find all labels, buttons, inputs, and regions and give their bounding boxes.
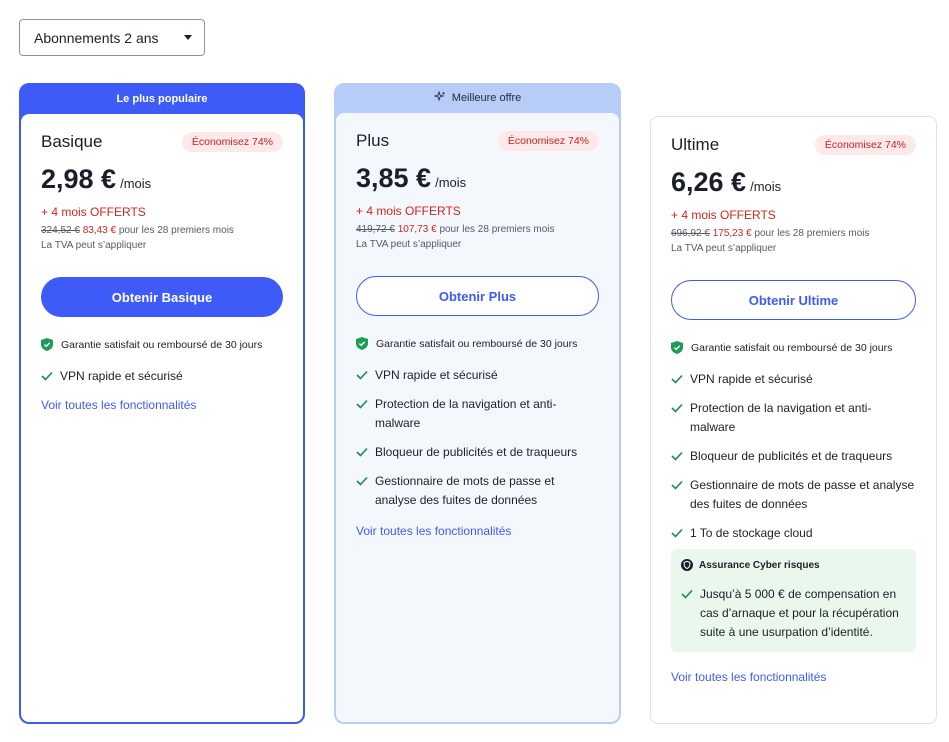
savings-badge: Économisez 74%: [497, 131, 599, 151]
check-icon: [671, 451, 683, 461]
get-plus-button[interactable]: Obtenir Plus: [356, 276, 599, 316]
bonus-offer: + 4 mois OFFERTS: [356, 204, 461, 218]
feature-text: 1 To de stockage cloud: [690, 526, 813, 540]
check-icon: [681, 589, 693, 599]
see-all-features-link[interactable]: Voir toutes les fonctionnalités: [356, 524, 511, 538]
plan-card-plus: Meilleure offre Plus Économisez 74% 3,85…: [334, 83, 621, 724]
billing-line: 696,92 € 175,23 € pour les 28 premiers m…: [671, 228, 916, 239]
check-icon: [356, 447, 368, 457]
feature-text: Protection de la navigation et anti-malw…: [375, 397, 557, 430]
check-icon: [671, 480, 683, 490]
plan-card-ultime: Ultime Économisez 74% 6,26 € /mois + 4 m…: [650, 116, 937, 724]
plan-name: Ultime: [671, 135, 720, 154]
old-price: 696,92 €: [671, 228, 710, 239]
feature-item: Gestionnaire de mots de passe et analyse…: [671, 476, 916, 514]
plan-name: Plus: [356, 131, 390, 150]
monthly-price: 2,98 €: [41, 164, 117, 194]
savings-badge: Économisez 74%: [814, 135, 916, 155]
check-icon: [671, 374, 683, 384]
popular-banner-label: Le plus populaire: [116, 93, 208, 105]
feature-item: Protection de la navigation et anti-malw…: [356, 395, 599, 433]
feature-item: Bloqueur de publicités et de traqueurs: [356, 443, 599, 462]
plan-card-body: Plus Économisez 74% 3,85 € /mois + 4 moi…: [336, 113, 619, 722]
shield-check-icon: [671, 341, 683, 354]
billing-period: pour les 28 premiers mois: [439, 224, 555, 235]
feature-text: VPN rapide et sécurisé: [690, 372, 813, 386]
caret-down-icon: [184, 35, 192, 40]
feature-item: 1 To de stockage cloud: [671, 524, 916, 543]
feature-text: VPN rapide et sécurisé: [60, 369, 183, 383]
feature-list: VPN rapide et sécurisé: [41, 367, 283, 386]
plan-card-body: Ultime Économisez 74% 6,26 € /mois + 4 m…: [651, 117, 936, 723]
monthly-price: 3,85 €: [356, 163, 432, 193]
feature-list: VPN rapide et sécurisé Protection de la …: [356, 366, 599, 510]
billing-period: pour les 28 premiers mois: [118, 225, 234, 236]
cyber-insurance-text: Jusqu’à 5 000 € de compensation en cas d…: [700, 587, 899, 639]
shield-check-icon: [41, 338, 53, 351]
check-icon: [356, 399, 368, 409]
cyber-insurance-box: Assurance Cyber risques Jusqu’à 5 000 € …: [671, 549, 916, 652]
vat-note: La TVA peut s’appliquer: [671, 243, 777, 254]
check-icon: [356, 476, 368, 486]
old-price: 324,52 €: [41, 225, 80, 236]
guarantee: Garantie satisfait ou remboursé de 30 jo…: [41, 338, 283, 351]
guarantee-text: Garantie satisfait ou remboursé de 30 jo…: [61, 338, 263, 351]
new-price: 175,23 €: [712, 228, 752, 239]
feature-item: Gestionnaire de mots de passe et analyse…: [356, 472, 599, 510]
feature-item: VPN rapide et sécurisé: [671, 370, 916, 389]
check-icon: [356, 370, 368, 380]
feature-list: VPN rapide et sécurisé Protection de la …: [671, 370, 916, 543]
check-icon: [671, 403, 683, 413]
plan-name: Basique: [41, 132, 103, 151]
sparkle-icon: [433, 90, 446, 102]
guarantee-text: Garantie satisfait ou remboursé de 30 jo…: [376, 337, 578, 350]
price-unit: /mois: [750, 179, 782, 194]
bonus-offer: + 4 mois OFFERTS: [41, 205, 146, 219]
feature-text: Protection de la navigation et anti-malw…: [690, 401, 872, 434]
feature-item: VPN rapide et sécurisé: [356, 366, 599, 385]
check-icon: [41, 371, 53, 381]
new-price: 83,43 €: [82, 225, 117, 236]
billing-period: pour les 28 premiers mois: [754, 228, 870, 239]
old-price: 419,72 €: [356, 224, 395, 235]
billing-line: 324,52 € 83,43 € pour les 28 premiers mo…: [41, 225, 283, 236]
feature-item: VPN rapide et sécurisé: [41, 367, 283, 386]
get-basique-button[interactable]: Obtenir Basique: [41, 277, 283, 317]
see-all-features-link[interactable]: Voir toutes les fonctionnalités: [41, 398, 196, 412]
check-icon: [671, 528, 683, 538]
price-unit: /mois: [120, 176, 152, 191]
plan-duration-value: Abonnements 2 ans: [34, 29, 159, 46]
best-offer-label: Meilleure offre: [451, 92, 522, 104]
guarantee: Garantie satisfait ou remboursé de 30 jo…: [671, 341, 916, 354]
plan-card-basique: Le plus populaire Basique Économisez 74%…: [19, 83, 305, 724]
vat-note: La TVA peut s’appliquer: [356, 239, 462, 250]
plan-duration-select[interactable]: Abonnements 2 ans: [19, 19, 205, 56]
shield-check-icon: [356, 337, 368, 350]
feature-text: VPN rapide et sécurisé: [375, 368, 498, 382]
monthly-price: 6,26 €: [671, 167, 747, 197]
feature-text: Bloqueur de publicités et de traqueurs: [375, 445, 578, 459]
billing-line: 419,72 € 107,73 € pour les 28 premiers m…: [356, 224, 599, 235]
guarantee-text: Garantie satisfait ou remboursé de 30 jo…: [691, 341, 893, 354]
get-ultime-button[interactable]: Obtenir Ultime: [671, 280, 916, 320]
guarantee: Garantie satisfait ou remboursé de 30 jo…: [356, 337, 599, 350]
feature-text: Gestionnaire de mots de passe et analyse…: [690, 478, 915, 511]
cyber-insurance-title: Assurance Cyber risques: [699, 559, 820, 571]
plan-card-body: Basique Économisez 74% 2,98 € /mois + 4 …: [21, 114, 303, 722]
feature-item: Protection de la navigation et anti-malw…: [671, 399, 916, 437]
price-unit: /mois: [435, 175, 467, 190]
cyber-insurance-item: Jusqu’à 5 000 € de compensation en cas d…: [681, 585, 906, 642]
bonus-offer: + 4 mois OFFERTS: [671, 208, 776, 222]
insurance-shield-icon: [681, 559, 693, 571]
feature-item: Bloqueur de publicités et de traqueurs: [671, 447, 916, 466]
feature-text: Gestionnaire de mots de passe et analyse…: [375, 474, 555, 507]
feature-text: Bloqueur de publicités et de traqueurs: [690, 449, 893, 463]
vat-note: La TVA peut s’appliquer: [41, 240, 147, 251]
see-all-features-link[interactable]: Voir toutes les fonctionnalités: [671, 670, 826, 684]
savings-badge: Économisez 74%: [181, 132, 283, 152]
new-price: 107,73 €: [397, 224, 437, 235]
